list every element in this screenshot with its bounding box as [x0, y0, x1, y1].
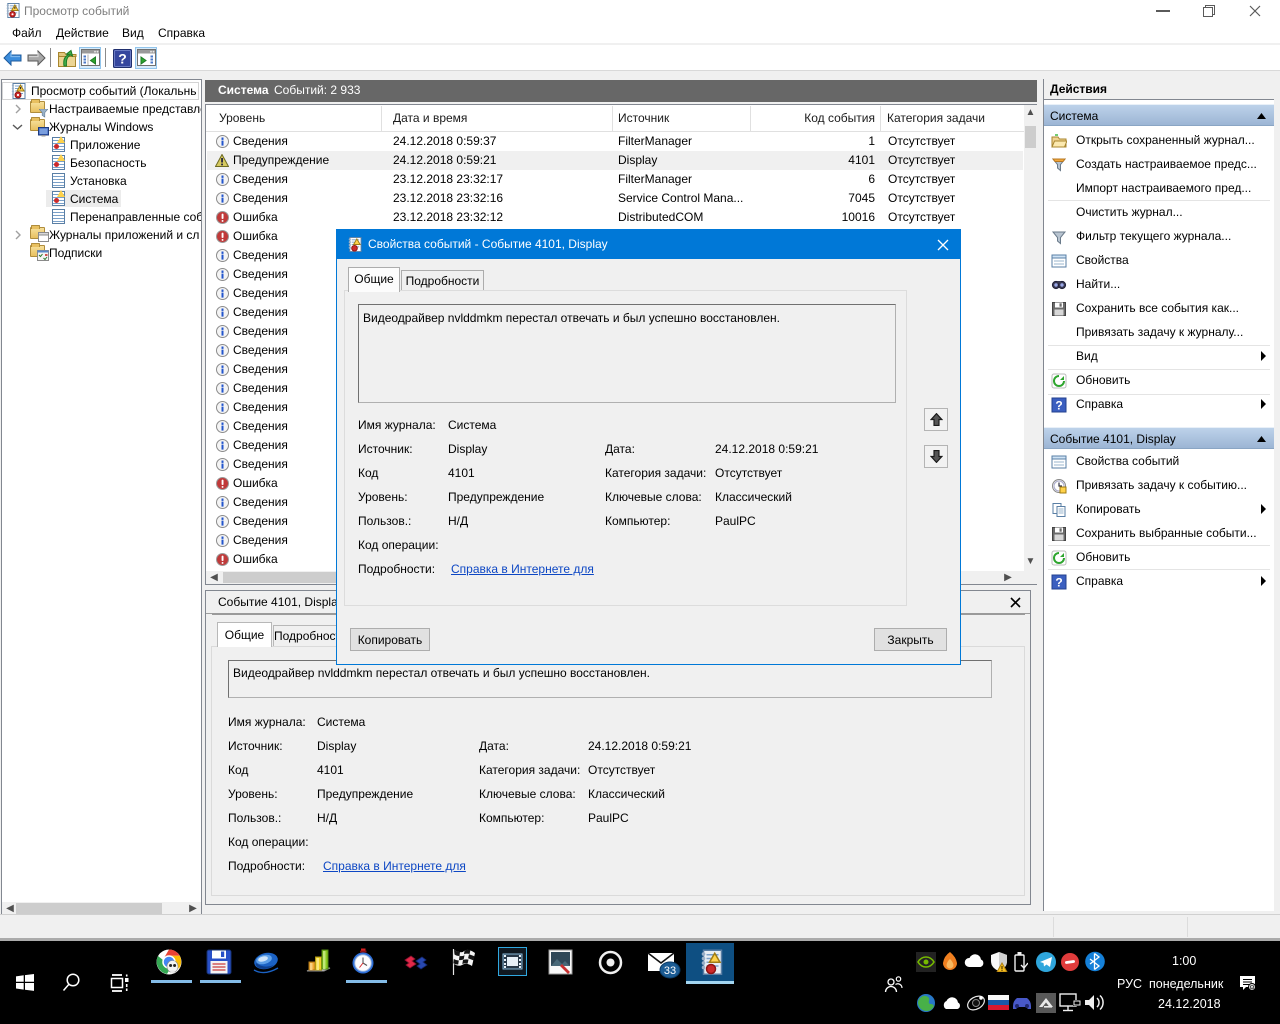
svg-text:?: ? [118, 51, 127, 67]
svg-text:?: ? [1055, 576, 1062, 590]
svg-text:?: ? [1055, 399, 1062, 413]
svg-text:⚙: ⚙ [1249, 984, 1255, 992]
svg-text:33: 33 [664, 965, 676, 977]
